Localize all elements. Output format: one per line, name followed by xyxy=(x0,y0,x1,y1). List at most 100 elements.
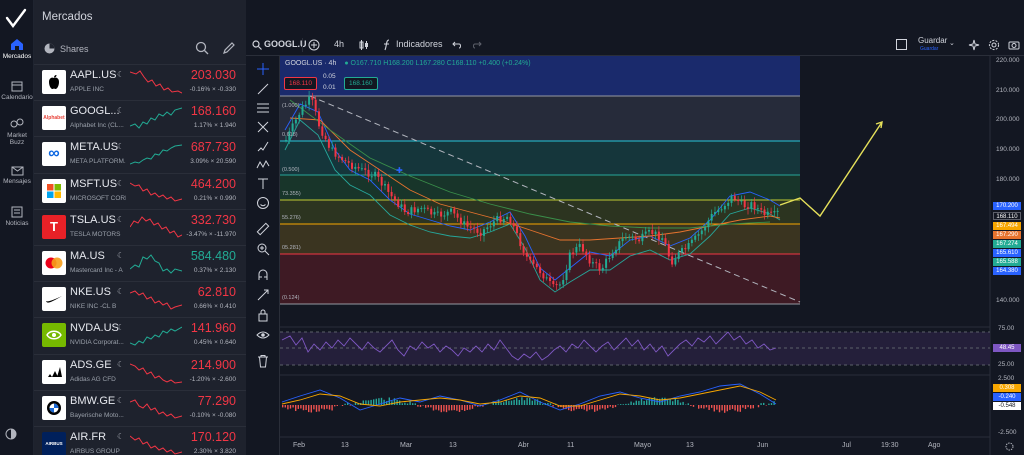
macd-bar xyxy=(622,404,624,405)
candle-body xyxy=(677,252,680,260)
macd-bar xyxy=(367,400,370,405)
change: -0.10% × -0.080 xyxy=(189,411,236,419)
rail-item-mercados[interactable]: Mercados xyxy=(0,38,34,60)
candle-body xyxy=(512,223,515,227)
change: -1.20% × -2.600 xyxy=(189,375,236,383)
candle-body xyxy=(558,284,561,286)
candle-body xyxy=(641,233,644,242)
candle-body xyxy=(420,208,423,210)
watchlist-row[interactable]: Alphabet GOOGL... ☾ Alphabet Inc (CL... … xyxy=(34,100,246,136)
macd-bar xyxy=(716,405,718,410)
candle-body xyxy=(506,216,509,220)
macd-bar xyxy=(414,403,416,405)
emoji-icon[interactable] xyxy=(256,196,270,210)
watchlist-row[interactable]: ADS.GE ☾ Adidas AG CFD 214.900 -1.20% × … xyxy=(34,353,246,390)
layout-icon[interactable] xyxy=(896,39,907,50)
candle-body xyxy=(308,96,311,105)
ohlc-close: C168.110 xyxy=(446,60,477,67)
watchlist-row[interactable]: NVDA.US ☾ NVIDIA Corporat... 141.960 0.4… xyxy=(34,317,246,353)
crosshair-icon[interactable] xyxy=(256,62,270,76)
text-tool-icon[interactable] xyxy=(256,177,270,191)
zoom-in-icon[interactable] xyxy=(256,242,270,256)
undo-icon[interactable] xyxy=(452,40,462,50)
macd-bar xyxy=(313,405,315,410)
candle-body xyxy=(710,213,713,221)
candle-body xyxy=(489,226,492,228)
watchlist-tab-label[interactable]: Shares xyxy=(60,44,89,54)
symbol-search[interactable]: GOOGL.U xyxy=(264,39,307,49)
theme-toggle-icon[interactable] xyxy=(5,428,17,443)
candle-body xyxy=(499,216,502,223)
macd-bar xyxy=(739,405,741,412)
macd-bar xyxy=(458,405,461,412)
alert-marker-icon[interactable]: ✚ xyxy=(396,166,403,175)
sell-button[interactable]: 168.110 xyxy=(284,77,318,90)
candle-body xyxy=(285,139,287,141)
save-button[interactable]: Guardar xyxy=(918,36,947,45)
watchlist-row[interactable]: NKE.US ☾ NIKE INC -CL B 62.810 0.66% × 0… xyxy=(34,281,246,317)
macd-bar xyxy=(700,405,702,409)
camera-icon[interactable] xyxy=(1008,39,1020,51)
fib-retracement-icon[interactable] xyxy=(256,101,270,115)
macd-bar xyxy=(417,405,419,407)
macd-bar xyxy=(508,400,510,405)
company-name: Mastercard Inc - A xyxy=(70,266,123,274)
pitchfork-icon[interactable] xyxy=(256,120,270,134)
quick-search-icon[interactable] xyxy=(968,39,980,51)
rail-item-mensajes[interactable]: Mensajes xyxy=(0,166,34,185)
rail-item-label: Market Buzz xyxy=(7,132,27,146)
macd-bar xyxy=(375,398,377,405)
watchlist-row[interactable]: T TSLA.US ☾ TESLA MOTORS 332.730 -3.47% … xyxy=(34,208,246,245)
lock-icon[interactable] xyxy=(256,308,270,322)
macd-bar xyxy=(742,405,744,408)
candle-body xyxy=(615,249,617,254)
watchlist-row[interactable]: BMW.GE ☾ Bayerische Moto... 77.290 -0.10… xyxy=(34,389,246,426)
watchlist-row[interactable]: MSFT.US ☾ MICROSOFT CORP 464.200 0.21% ×… xyxy=(34,172,246,209)
company-logo: T xyxy=(42,214,66,239)
interval-button[interactable]: 4h xyxy=(334,39,344,49)
macd-value-tag: -0.240 xyxy=(993,393,1021,401)
price-tag: 167.494 xyxy=(993,222,1021,230)
indicators-icon[interactable] xyxy=(382,39,392,51)
candlestick-type-icon[interactable] xyxy=(358,39,370,51)
brand-logo[interactable] xyxy=(4,8,28,30)
sparkline xyxy=(130,107,182,129)
lot-size-value[interactable]: 0.01 xyxy=(323,84,336,91)
watchlist-row[interactable]: MA.US ☾ Mastercard Inc - A 584.480 0.37%… xyxy=(34,244,246,281)
eye-icon[interactable] xyxy=(256,328,270,342)
watchlist-row[interactable]: ∞ META.US ☾ META PLATFORM... 687.730 3.0… xyxy=(34,136,246,172)
edit-icon[interactable] xyxy=(222,41,236,55)
company-name: TESLA MOTORS xyxy=(70,230,121,238)
rail-item-noticias[interactable]: Noticias xyxy=(0,206,34,227)
gear-icon[interactable] xyxy=(988,39,1000,51)
indicators-button[interactable]: Indicadores xyxy=(396,39,443,49)
chevron-down-icon[interactable]: ⌄ xyxy=(949,39,955,47)
pattern-icon[interactable] xyxy=(256,158,270,172)
rail-item-market-buzz[interactable]: Market Buzz xyxy=(0,118,34,146)
candle-body xyxy=(549,277,551,282)
brush-icon[interactable] xyxy=(256,139,270,153)
redo-icon[interactable] xyxy=(472,40,482,50)
ruler-icon[interactable] xyxy=(256,222,270,236)
candle-body xyxy=(446,211,449,216)
price-chart[interactable]: ✚ xyxy=(280,56,1024,455)
trend-line-icon[interactable] xyxy=(256,82,270,96)
macd-bar xyxy=(638,400,640,405)
candle-body xyxy=(694,235,697,240)
magnet-icon[interactable] xyxy=(256,268,270,282)
price-tag: 165.610 xyxy=(993,249,1021,257)
rail-item-calendario[interactable]: Calendario xyxy=(0,80,34,101)
macd-bar xyxy=(464,405,466,411)
watchlist-row[interactable]: AAPL.US ☾ APPLE INC 203.030 -0.16% × -0.… xyxy=(34,64,246,100)
trash-icon[interactable] xyxy=(256,354,270,368)
settings-gear-icon[interactable] xyxy=(1005,442,1014,451)
buy-button[interactable]: 168.160 xyxy=(344,77,378,90)
stay-drawing-icon[interactable] xyxy=(256,288,270,302)
macd-bar xyxy=(601,405,604,409)
search-icon[interactable] xyxy=(252,40,262,50)
fib-band xyxy=(280,200,800,224)
macd-bar xyxy=(438,405,440,411)
watchlist-row[interactable]: AIRBUS AIR.FR ☾ AIRBUS GROUP 170.120 2.3… xyxy=(34,425,246,455)
search-icon[interactable] xyxy=(195,41,209,55)
add-compare-icon[interactable] xyxy=(308,39,320,51)
